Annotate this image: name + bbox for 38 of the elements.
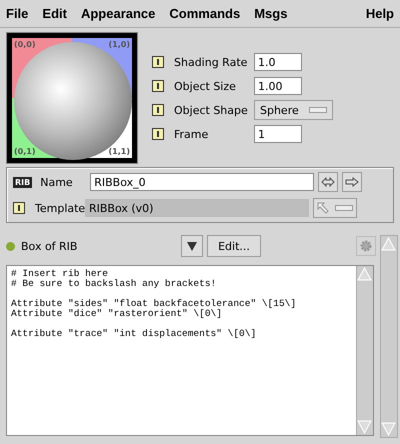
pointer-icon (317, 202, 329, 214)
status-dot-icon (6, 242, 15, 250)
info-icon[interactable] (152, 80, 164, 92)
menu-item[interactable]: Help (366, 6, 394, 21)
corner-label: (0,1) (14, 147, 36, 156)
menu-item[interactable]: File (6, 6, 28, 21)
menu-item[interactable]: Appearance (80, 6, 156, 21)
left-arrow-button[interactable] (318, 172, 338, 192)
param-field[interactable]: 1 (254, 125, 302, 143)
param-label: Object Size (174, 80, 237, 92)
right-arrow-button[interactable] (342, 172, 362, 192)
corner-label: (0,0) (14, 40, 36, 49)
corner-label: (1,1) (108, 147, 130, 156)
param-label: Shading Rate (174, 56, 248, 68)
dropdown-button[interactable] (181, 235, 203, 257)
info-icon[interactable] (152, 56, 164, 68)
name-field[interactable]: RIBBox_0 (90, 173, 314, 191)
menu-item[interactable]: Edit (42, 6, 67, 21)
section-title: Box of RIB (21, 240, 78, 252)
menu-item[interactable]: Msgs (254, 6, 288, 21)
edit-button[interactable]: Edit... (207, 235, 261, 257)
right-arrow-icon (345, 177, 360, 187)
double-arrow-icon (321, 177, 336, 187)
name-label: Name (40, 176, 74, 188)
template-label: Template (35, 202, 85, 214)
shape-dropdown[interactable]: Sphere (254, 100, 333, 120)
param-field[interactable]: 1.0 (254, 53, 302, 71)
param-field[interactable]: 1.00 (254, 77, 302, 95)
triangle-down-icon (187, 241, 197, 251)
menu-item[interactable]: Commands (169, 6, 240, 21)
info-icon[interactable] (152, 104, 164, 116)
info-icon[interactable] (13, 202, 25, 214)
param-label: Object Shape (174, 104, 249, 116)
info-icon[interactable] (152, 128, 164, 140)
param-label: Frame (174, 128, 210, 140)
template-field: RIBBox (v0) (85, 199, 309, 217)
rib-icon: RIB (13, 176, 32, 188)
corner-label: (1,0) (108, 40, 130, 49)
